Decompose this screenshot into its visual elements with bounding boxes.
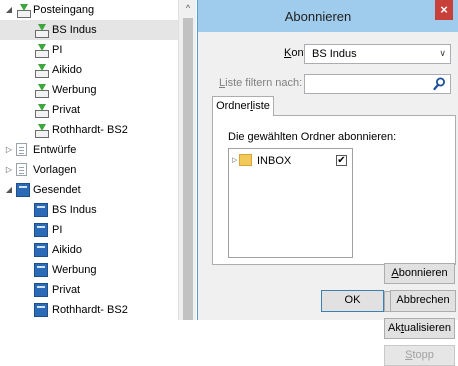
expand-arrow-icon[interactable]: ▷ bbox=[4, 140, 14, 160]
tree-item-label: BS Indus bbox=[52, 204, 97, 216]
tree-item-label: BS Indus bbox=[52, 24, 97, 36]
tree-item-label: Werbung bbox=[52, 264, 97, 276]
sent-icon bbox=[34, 203, 48, 217]
tree-item[interactable]: Aikido bbox=[0, 240, 178, 260]
ordnerliste-panel: Die gewählten Ordner abonnieren: ▷ INBOX… bbox=[212, 115, 456, 366]
sent-icon bbox=[34, 243, 48, 257]
stop-accesskey: S bbox=[405, 349, 413, 361]
ok-button[interactable]: OK bbox=[321, 290, 384, 312]
subscribe-checkbox-inbox[interactable]: ✔ bbox=[336, 155, 347, 166]
tree-scrollbar[interactable]: ^ bbox=[178, 0, 196, 320]
tree-item[interactable]: ▷ Vorlagen bbox=[0, 160, 178, 180]
subscribe-button[interactable]: Abonnieren bbox=[384, 263, 455, 284]
konto-selected-value: BS Indus bbox=[312, 48, 357, 60]
subscribe-label: bonnieren bbox=[398, 267, 448, 279]
tree-item[interactable]: PI bbox=[0, 220, 178, 240]
tree-item-label: Posteingang bbox=[33, 4, 95, 16]
filter-label-text: iste filtern nach: bbox=[225, 77, 303, 89]
inbox-icon bbox=[16, 3, 31, 18]
filter-input[interactable] bbox=[304, 74, 451, 94]
sent-icon bbox=[34, 263, 48, 277]
close-button[interactable]: × bbox=[435, 0, 453, 20]
sent-icon bbox=[34, 283, 48, 297]
tree-item[interactable]: ◢ Posteingang bbox=[0, 0, 178, 20]
konto-select[interactable]: BS Indus ∨ bbox=[304, 44, 451, 64]
tree-item[interactable]: Privat bbox=[0, 280, 178, 300]
refresh-label: ualisieren bbox=[403, 322, 451, 334]
tree-item[interactable]: Privat bbox=[0, 100, 178, 120]
tree-item-label: Rothhardt- BS2 bbox=[52, 304, 128, 316]
collapse-arrow-icon[interactable]: ◢ bbox=[4, 0, 14, 20]
inbox-icon bbox=[34, 63, 49, 78]
inbox-icon bbox=[34, 123, 49, 138]
inbox-icon bbox=[34, 83, 49, 98]
tree-item-label: PI bbox=[52, 44, 63, 56]
expand-arrow-icon[interactable]: ▷ bbox=[232, 154, 237, 168]
folder-tree: ◢ Posteingang BS Indus PI Aikido Werbung Priva… bbox=[0, 0, 196, 320]
chevron-down-icon: ∨ bbox=[439, 48, 446, 58]
sent-icon bbox=[34, 303, 48, 317]
inbox-icon bbox=[34, 23, 49, 38]
draft-icon bbox=[16, 163, 27, 176]
tree-item[interactable]: Rothhardt- BS2 bbox=[0, 120, 178, 140]
tree-item[interactable]: ▷ Entwürfe bbox=[0, 140, 178, 160]
tree-item[interactable]: BS Indus bbox=[0, 200, 178, 220]
expand-arrow-icon[interactable]: ▷ bbox=[4, 160, 14, 180]
tree-item[interactable]: ◢ Gesendet bbox=[0, 180, 178, 200]
checkmark-icon: ✔ bbox=[337, 155, 346, 166]
refresh-label-pre: Ak bbox=[388, 322, 401, 334]
sent-icon bbox=[34, 223, 48, 237]
sent-icon bbox=[16, 183, 30, 197]
search-icon[interactable] bbox=[433, 77, 446, 91]
tree-item-label: Entwürfe bbox=[33, 144, 77, 156]
stop-button[interactable]: Stopp bbox=[384, 345, 455, 366]
tree-item[interactable]: BS Indus bbox=[0, 20, 178, 40]
tree-item-label: Privat bbox=[52, 284, 81, 296]
tree-item-label: Aikido bbox=[52, 64, 82, 76]
tree-item[interactable]: Aikido bbox=[0, 60, 178, 80]
folder-icon bbox=[239, 154, 252, 166]
subscribe-instruction: Die gewählten Ordner abonnieren: bbox=[228, 131, 397, 143]
tree-item-label: Vorlagen bbox=[33, 164, 77, 176]
tree-item[interactable]: PI bbox=[0, 40, 178, 60]
inbox-icon bbox=[34, 43, 49, 58]
subscribe-folder-list[interactable]: ▷ INBOX ✔ bbox=[228, 148, 353, 258]
stop-label: topp bbox=[412, 349, 434, 361]
filter-label: Liste filtern nach: bbox=[219, 77, 302, 89]
folder-row-inbox[interactable]: ▷ INBOX ✔ bbox=[229, 153, 352, 169]
subscribe-dialog: Abonnieren × Konto: BS Indus ∨ Liste fil… bbox=[197, 0, 458, 366]
dialog-title: Abonnieren bbox=[284, 9, 352, 24]
tree-item[interactable]: Rothhardt- BS2 bbox=[0, 300, 178, 320]
dialog-titlebar[interactable]: Abonnieren × bbox=[198, 0, 458, 32]
scroll-thumb[interactable] bbox=[183, 18, 193, 320]
tree-item-label: PI bbox=[52, 224, 63, 236]
tree-item-label: Gesendet bbox=[33, 184, 81, 196]
tab-ordnerliste[interactable]: Ordnerliste bbox=[212, 96, 274, 116]
tree-item-label: Privat bbox=[52, 104, 81, 116]
close-icon: × bbox=[440, 2, 448, 17]
cancel-button[interactable]: Abbrechen bbox=[390, 290, 456, 312]
scroll-up-arrow[interactable]: ^ bbox=[179, 0, 196, 17]
refresh-button[interactable]: Aktualisieren bbox=[384, 318, 455, 339]
tree-item-label: Rothhardt- BS2 bbox=[52, 124, 128, 136]
subscribe-accesskey: A bbox=[391, 267, 399, 279]
tree-item-label: Werbung bbox=[52, 84, 97, 96]
tab-label-post: iste bbox=[252, 100, 270, 112]
tree-item[interactable]: Werbung bbox=[0, 80, 178, 100]
draft-icon bbox=[16, 143, 27, 156]
tree-item[interactable]: Werbung bbox=[0, 260, 178, 280]
collapse-arrow-icon[interactable]: ◢ bbox=[4, 180, 14, 200]
tree-item-label: Aikido bbox=[52, 244, 82, 256]
inbox-icon bbox=[34, 103, 49, 118]
tab-label-pre: Ordner bbox=[216, 100, 251, 112]
folder-label-inbox: INBOX bbox=[257, 155, 292, 167]
